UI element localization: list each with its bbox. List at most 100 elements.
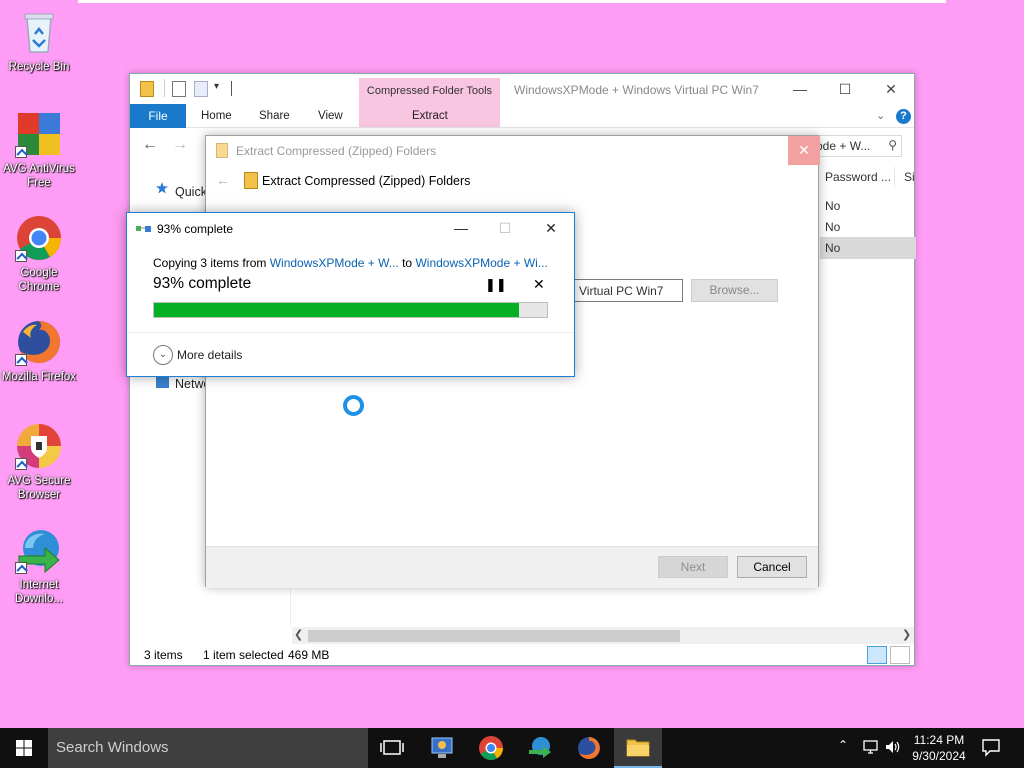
tab-share[interactable]: Share <box>259 110 290 122</box>
taskbar-clock[interactable]: 11:24 PM 9/30/2024 <box>906 732 972 764</box>
pause-icon[interactable]: ❚❚ <box>485 277 507 293</box>
wizard-title: Extract Compressed (Zipped) Folders <box>236 144 437 158</box>
shortcut-arrow-icon <box>15 146 27 158</box>
network-status-icon[interactable] <box>862 738 880 768</box>
browse-button[interactable]: Browse... <box>691 279 778 302</box>
next-button[interactable]: Next <box>658 556 728 578</box>
tab-view[interactable]: View <box>318 110 343 122</box>
start-button[interactable] <box>0 728 48 768</box>
tray-expand-icon[interactable]: ⌃ <box>838 738 854 768</box>
zip-folder-icon <box>216 143 228 158</box>
properties-icon[interactable] <box>172 81 186 97</box>
desktop-icon-label: Mozilla Firefox <box>1 371 77 383</box>
taskbar-firefox-icon[interactable] <box>565 728 613 768</box>
desktop-icon-internet-download-manager[interactable]: Internet Downlo... <box>0 526 78 606</box>
progress-percent-label: 93% complete <box>153 275 252 292</box>
shortcut-arrow-icon <box>15 250 27 262</box>
destination-folder-link[interactable]: WindowsXPMode + Wi... <box>415 256 547 270</box>
chevron-down-icon[interactable]: ⌄ <box>153 345 173 365</box>
copy-progress-dialog[interactable]: 93% complete — ☐ ✕ Copying 3 items from … <box>126 212 575 377</box>
desktop-icon-avg-antivirus[interactable]: AVG AntiVirus Free <box>0 110 78 190</box>
desktop-icon-mozilla-firefox[interactable]: Mozilla Firefox <box>0 318 78 384</box>
avg-secure-browser-icon <box>15 422 63 470</box>
action-center-icon[interactable] <box>980 736 1002 768</box>
desktop-icon-label: Recycle Bin <box>8 61 70 73</box>
source-folder-link[interactable]: WindowsXPMode + W... <box>270 256 399 270</box>
scroll-right-icon[interactable]: ❯ <box>902 628 911 641</box>
more-details-link[interactable]: More details <box>177 348 242 362</box>
taskbar-download-manager-icon[interactable] <box>516 728 564 768</box>
network-icon <box>156 376 169 388</box>
help-icon[interactable]: ? <box>896 109 911 124</box>
close-button[interactable]: ✕ <box>868 74 914 104</box>
scroll-left-icon[interactable]: ❮ <box>294 628 303 641</box>
toolbar-separator <box>164 79 165 97</box>
shortcut-arrow-icon <box>15 458 27 470</box>
nav-pane-quick-access[interactable]: Quick <box>175 185 207 199</box>
cancel-button[interactable]: Cancel <box>737 556 807 578</box>
task-view-icon[interactable] <box>368 728 416 768</box>
minimize-button[interactable]: — <box>777 74 823 104</box>
quick-access-star-icon <box>156 182 168 194</box>
zip-folder-icon <box>140 81 154 97</box>
clock-date: 9/30/2024 <box>912 749 966 763</box>
context-tab-title: Compressed Folder Tools <box>366 85 493 97</box>
row-password-value[interactable]: No <box>825 220 840 234</box>
desktop-icon-recycle-bin[interactable]: Recycle Bin <box>0 8 78 74</box>
firefox-icon <box>15 318 63 366</box>
column-header-password[interactable]: Password ... <box>825 170 891 184</box>
desktop-icon-label: Google Chrome <box>18 267 60 293</box>
desktop-icon-label: Internet Downlo... <box>15 579 63 605</box>
status-selection: 1 item selected <box>203 648 284 662</box>
taskbar-chrome-icon[interactable] <box>467 728 515 768</box>
copy-description: Copying 3 items from WindowsXPMode + W..… <box>153 256 548 270</box>
window-title: WindowsXPMode + Windows Virtual PC Win7 <box>514 83 759 97</box>
customize-toolbar-icon[interactable]: ▾ <box>214 81 219 92</box>
progress-bar-fill <box>154 303 520 317</box>
large-icons-view-icon[interactable] <box>890 646 910 664</box>
row-password-value[interactable]: No <box>825 241 840 255</box>
copy-to-word: to <box>398 256 416 270</box>
forward-arrow-icon[interactable]: → <box>172 136 188 154</box>
shortcut-arrow-icon <box>15 562 27 574</box>
top-strip <box>78 0 946 3</box>
column-separator <box>894 167 895 187</box>
busy-spinner-icon <box>343 395 364 416</box>
volume-icon[interactable] <box>884 738 902 768</box>
title-cursor <box>231 81 232 96</box>
tab-extract[interactable]: Extract <box>412 110 448 122</box>
progress-bar <box>153 302 548 318</box>
progress-close-button[interactable]: ✕ <box>530 215 572 241</box>
new-folder-icon[interactable] <box>194 81 208 97</box>
desktop-icon-avg-secure-browser[interactable]: AVG Secure Browser <box>0 422 78 502</box>
scrollbar-thumb[interactable] <box>308 630 680 642</box>
progress-dialog-title: 93% complete <box>157 222 234 236</box>
details-view-icon[interactable] <box>867 646 887 664</box>
search-value: ode + W... <box>816 139 871 153</box>
ribbon-tab-bar <box>130 104 914 128</box>
taskbar-file-explorer-icon[interactable] <box>614 728 662 768</box>
wizard-header: Extract Compressed (Zipped) Folders <box>262 174 471 188</box>
tab-home[interactable]: Home <box>201 110 232 122</box>
clock-time: 11:24 PM <box>913 733 965 747</box>
avg-antivirus-icon <box>15 110 63 158</box>
wizard-close-button[interactable]: ✕ <box>788 136 820 165</box>
destination-path-input[interactable]: Virtual PC Win7 <box>573 279 683 302</box>
cancel-copy-icon[interactable]: ✕ <box>533 276 545 293</box>
wizard-back-arrow-icon[interactable]: ← <box>216 172 230 188</box>
column-header-size[interactable]: Si <box>904 170 915 184</box>
virtual-pc-icon[interactable] <box>418 728 466 768</box>
tab-file[interactable]: File <box>130 104 186 128</box>
expand-ribbon-icon[interactable]: ⌄ <box>876 109 885 122</box>
row-password-value[interactable]: No <box>825 199 840 213</box>
taskbar-search-box[interactable]: Search Windows <box>48 728 368 768</box>
zip-folder-icon <box>244 172 258 189</box>
progress-divider <box>128 332 574 333</box>
maximize-button[interactable]: ☐ <box>822 74 868 104</box>
desktop-icon-google-chrome[interactable]: Google Chrome <box>0 214 78 294</box>
back-arrow-icon[interactable]: ← <box>142 136 158 154</box>
search-input[interactable]: ode + W... ⚲ <box>810 135 902 157</box>
status-item-count: 3 items <box>144 648 183 662</box>
copy-progress-icon <box>136 223 152 235</box>
progress-minimize-button[interactable]: — <box>440 215 482 241</box>
